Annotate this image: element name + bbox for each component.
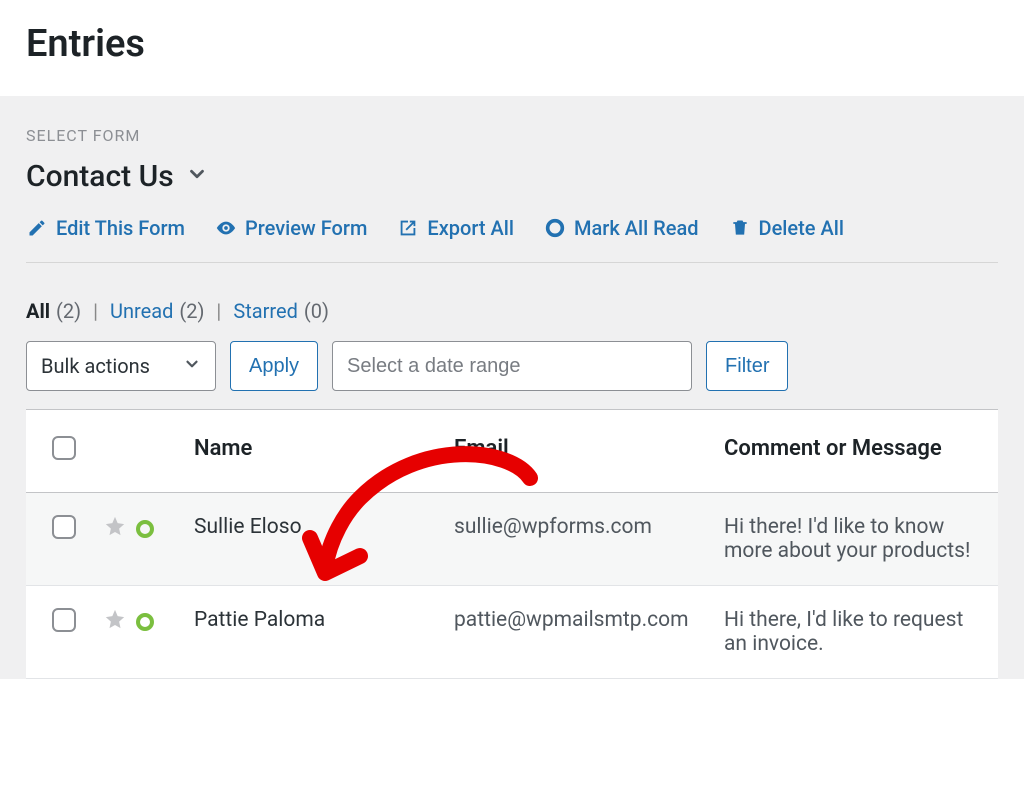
- preview-form-link[interactable]: Preview Form: [215, 216, 367, 240]
- actions-row: Bulk actions Apply Filter: [26, 341, 998, 391]
- column-header-email[interactable]: Email: [440, 410, 710, 493]
- toolbar-link-label: Preview Form: [245, 216, 367, 240]
- export-icon: [397, 217, 419, 239]
- filter-count: (0): [304, 299, 329, 323]
- cell-comment: Hi there, I'd like to request an invoice…: [724, 608, 963, 656]
- column-header-name[interactable]: Name: [180, 410, 440, 493]
- mark-all-read-link[interactable]: Mark All Read: [544, 216, 699, 240]
- bulk-actions-select[interactable]: Bulk actions: [26, 341, 216, 391]
- delete-all-link[interactable]: Delete All: [729, 216, 844, 240]
- circle-bold-icon: [544, 217, 566, 239]
- cell-email: sullie@wpforms.com: [454, 515, 652, 539]
- toolbar-link-label: Edit This Form: [56, 216, 185, 240]
- row-checkbox[interactable]: [52, 515, 76, 539]
- filter-tabs: All (2) | Unread (2) | Starred (0): [26, 299, 998, 323]
- toolbar-link-label: Mark All Read: [574, 216, 699, 240]
- filter-all[interactable]: All (2): [26, 299, 81, 323]
- export-all-link[interactable]: Export All: [397, 216, 514, 240]
- star-icon[interactable]: [104, 515, 126, 543]
- filter-separator: |: [93, 299, 98, 323]
- select-form-label: SELECT FORM: [26, 126, 998, 145]
- filter-count: (2): [56, 299, 81, 323]
- form-selector[interactable]: Contact Us: [26, 159, 208, 194]
- toolbar: Edit This Form Preview Form Export All M…: [26, 216, 998, 263]
- filter-count: (2): [179, 299, 204, 323]
- star-icon[interactable]: [104, 608, 126, 636]
- eye-icon: [215, 217, 237, 239]
- table-row[interactable]: Pattie Paloma pattie@wpmailsmtp.com Hi t…: [26, 586, 998, 679]
- toolbar-link-label: Export All: [427, 216, 514, 240]
- filter-label: Unread: [110, 299, 173, 323]
- column-header-comment[interactable]: Comment or Message: [710, 410, 998, 493]
- toolbar-link-label: Delete All: [759, 216, 844, 240]
- unread-indicator-icon[interactable]: [136, 613, 154, 631]
- select-all-checkbox[interactable]: [52, 436, 76, 460]
- table-row[interactable]: Sullie Eloso sullie@wpforms.com Hi there…: [26, 493, 998, 586]
- filter-unread[interactable]: Unread (2): [110, 299, 204, 323]
- entries-table: Name Email Comment or Message Sullie Elo…: [26, 409, 998, 679]
- unread-indicator-icon[interactable]: [136, 520, 154, 538]
- page-title: Entries: [26, 22, 998, 66]
- pencil-icon: [26, 217, 48, 239]
- form-selector-name: Contact Us: [26, 159, 174, 194]
- trash-icon: [729, 217, 751, 239]
- bulk-actions-label: Bulk actions: [41, 354, 150, 378]
- filter-separator: |: [216, 299, 221, 323]
- cell-email: pattie@wpmailsmtp.com: [454, 608, 689, 632]
- chevron-down-icon: [186, 163, 208, 191]
- filter-button[interactable]: Filter: [706, 341, 788, 391]
- cell-comment: Hi there! I'd like to know more about yo…: [724, 515, 970, 563]
- row-checkbox[interactable]: [52, 608, 76, 632]
- chevron-down-icon: [183, 354, 201, 378]
- filter-starred[interactable]: Starred (0): [233, 299, 329, 323]
- cell-name: Sullie Eloso: [194, 515, 302, 539]
- apply-button[interactable]: Apply: [230, 341, 318, 391]
- filter-label: Starred: [233, 299, 298, 323]
- edit-form-link[interactable]: Edit This Form: [26, 216, 185, 240]
- filter-label: All: [26, 299, 50, 323]
- date-range-input[interactable]: [332, 341, 692, 391]
- cell-name: Pattie Paloma: [194, 608, 325, 632]
